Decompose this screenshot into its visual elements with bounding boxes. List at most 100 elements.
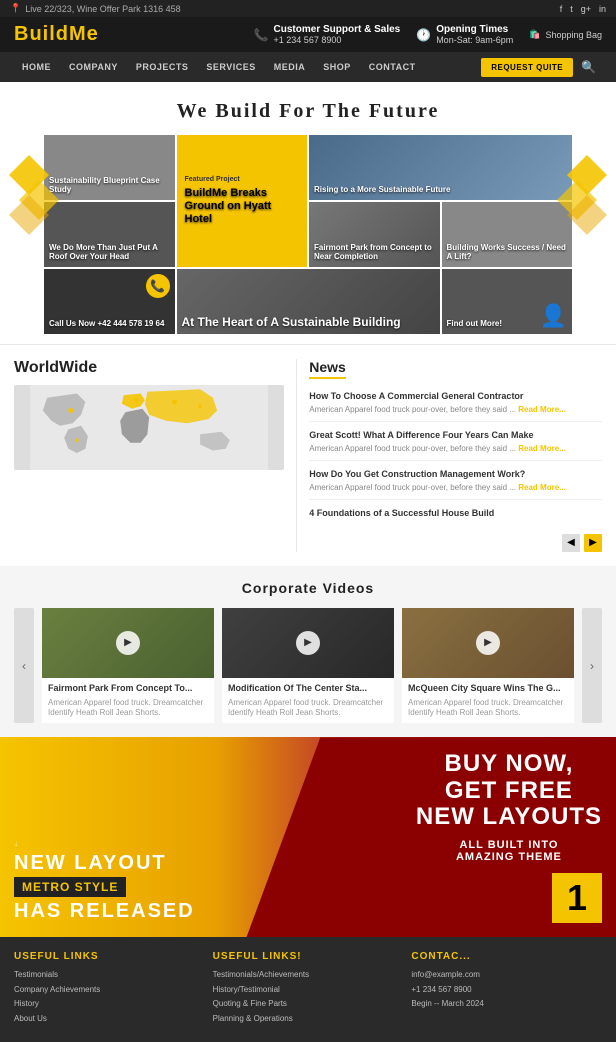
cart-item[interactable]: 🛍️ Shopping Bag xyxy=(529,29,602,40)
content-grid: Sustainability Blueprint Case Study Feat… xyxy=(44,135,572,334)
videos-grid: ‹ ▶ Fairmont Park From Concept To... Ame… xyxy=(14,608,602,723)
cell-6-title: Building Works Success / Need A Lift? xyxy=(447,243,568,262)
site-logo[interactable]: BuildMe xyxy=(14,23,99,46)
video-thumb-3[interactable]: ▶ xyxy=(402,608,574,678)
twitter-icon[interactable]: t xyxy=(570,4,573,14)
worldwide-box: WorldWide xyxy=(14,359,296,552)
nav-company[interactable]: Company xyxy=(61,54,126,80)
footer-link-2-2[interactable]: History/Testimonial xyxy=(213,985,404,995)
grid-cell-1: Sustainability Blueprint Case Study xyxy=(44,135,175,200)
cell-2-sub: Featured Project xyxy=(185,176,240,183)
videos-prev-btn[interactable]: ‹ xyxy=(14,608,34,723)
cell-2-title: BuildMe Breaks Ground on Hyatt Hotel xyxy=(185,187,300,227)
promo-buy-now-text: BUY NOW, GET FREE NEW LAYOUTS xyxy=(416,751,602,830)
video-title-3: McQueen City Square Wins The G... xyxy=(408,683,568,695)
nav-shop[interactable]: Shop xyxy=(315,54,359,80)
footer-link-3-2[interactable]: +1 234 567 8900 xyxy=(411,985,602,995)
cart-icon: 🛍️ xyxy=(529,29,540,40)
video-card-2: ▶ Modification Of The Center Sta... Amer… xyxy=(222,608,394,723)
promo-left-content: ↓ New Layout Metro Style Has Released xyxy=(14,839,195,923)
deco-left-shape xyxy=(9,155,59,235)
news-navigation: ◀ ▶ xyxy=(309,534,602,552)
world-map xyxy=(14,385,284,470)
news-item-2: Great Scott! What A Difference Four Year… xyxy=(309,430,602,461)
cart-label: Shopping Bag xyxy=(545,30,602,40)
promo-badge-number: 1 xyxy=(552,873,602,923)
footer-link-1-4[interactable]: About Us xyxy=(14,1014,205,1024)
phone-icon: 📞 xyxy=(254,28,269,42)
grid-cell-3: Rising to a More Sustainable Future xyxy=(309,135,572,200)
video-play-icon-1[interactable]: ▶ xyxy=(116,631,140,655)
footer-col-1: USEFUL LINKS Testimonials Company Achiev… xyxy=(14,951,205,1028)
world-map-svg xyxy=(14,385,284,470)
promo-metro-text: Metro Style xyxy=(14,877,126,897)
news-read-more-1[interactable]: Read More... xyxy=(518,405,566,414)
google-plus-icon[interactable]: g+ xyxy=(581,4,591,14)
video-play-icon-3[interactable]: ▶ xyxy=(476,631,500,655)
top-bar-address: 📍 Live 22/323, Wine Offer Park 1316 458 xyxy=(10,3,181,14)
main-nav: Home Company Projects Services Media Sho… xyxy=(0,52,616,82)
video-title-1: Fairmont Park From Concept To... xyxy=(48,683,208,695)
video-desc-3: American Apparel food truck. Dreamcatche… xyxy=(408,698,568,719)
facebook-icon[interactable]: f xyxy=(560,4,563,14)
cell-7-title: Call Us Now +42 444 578 19 64 xyxy=(49,319,170,329)
news-next-btn[interactable]: ▶ xyxy=(584,534,602,552)
videos-section-title: Corporate Videos xyxy=(14,580,602,596)
footer-link-1-1[interactable]: Testimonials xyxy=(14,970,205,980)
news-prev-btn[interactable]: ◀ xyxy=(562,534,580,552)
footer-section: USEFUL LINKS Testimonials Company Achiev… xyxy=(0,937,616,1042)
news-section-title: News xyxy=(309,359,346,379)
search-icon[interactable]: 🔍 xyxy=(575,52,602,82)
nav-projects[interactable]: Projects xyxy=(128,54,197,80)
news-box: News How To Choose A Commercial General … xyxy=(296,359,602,552)
nav-cta-button[interactable]: REQUEST QUITE xyxy=(481,58,573,77)
header-contact-info: 📞 Customer Support & Sales +1 234 567 89… xyxy=(254,24,602,45)
deco-right-shape xyxy=(557,155,607,235)
nav-home[interactable]: Home xyxy=(14,54,59,80)
footer-link-1-2[interactable]: Company Achievements xyxy=(14,985,205,995)
grid-cell-7: Call Us Now +42 444 578 19 64 📞 xyxy=(44,269,175,334)
hero-section: We Build For The Future Sustainability B… xyxy=(0,82,616,344)
news-read-more-3[interactable]: Read More... xyxy=(518,483,566,492)
news-read-more-2[interactable]: Read More... xyxy=(518,444,566,453)
video-card-1: ▶ Fairmont Park From Concept To... Ameri… xyxy=(42,608,214,723)
video-play-icon-2[interactable]: ▶ xyxy=(296,631,320,655)
contact-support: 📞 Customer Support & Sales +1 234 567 89… xyxy=(254,24,401,45)
footer-link-2-3[interactable]: Quoting & Fine Parts xyxy=(213,999,404,1009)
address-text: Live 22/323, Wine Offer Park 1316 458 xyxy=(25,4,180,14)
cell-8-title: At The Heart of A Sustainable Building xyxy=(182,315,435,329)
footer-col-3: CONTAC... info@example.com +1 234 567 89… xyxy=(411,951,602,1028)
footer-link-2-1[interactable]: Testimonials/Achievements xyxy=(213,970,404,980)
worldwide-title: WorldWide xyxy=(14,359,284,377)
video-thumb-2[interactable]: ▶ xyxy=(222,608,394,678)
nav-contact[interactable]: Contact xyxy=(361,54,424,80)
nav-media[interactable]: Media xyxy=(266,54,314,80)
cell-4-title: We Do More Than Just Put A Roof Over You… xyxy=(49,243,170,262)
footer-col1-title: USEFUL LINKS xyxy=(14,951,205,962)
footer-link-1-3[interactable]: History xyxy=(14,999,205,1009)
site-header: BuildMe 📞 Customer Support & Sales +1 23… xyxy=(0,17,616,52)
location-icon: 📍 xyxy=(10,3,21,14)
video-thumb-1[interactable]: ▶ xyxy=(42,608,214,678)
person-icon: 👤 xyxy=(540,303,567,329)
nav-services[interactable]: Services xyxy=(198,54,263,80)
videos-next-btn[interactable]: › xyxy=(582,608,602,723)
footer-link-2-4[interactable]: Planning & Operations xyxy=(213,1014,404,1024)
bottom-promo: ↓ New Layout Metro Style Has Released BU… xyxy=(0,737,616,937)
top-bar: 📍 Live 22/323, Wine Offer Park 1316 458 … xyxy=(0,0,616,17)
video-desc-2: American Apparel food truck. Dreamcatche… xyxy=(228,698,388,719)
promo-new-layout-text: New Layout xyxy=(14,852,195,874)
phone-circle-icon: 📞 xyxy=(146,274,170,298)
hero-title: We Build For The Future xyxy=(14,100,602,123)
footer-link-3-3[interactable]: Begin -- March 2024 xyxy=(411,999,602,1009)
footer-link-3-1[interactable]: info@example.com xyxy=(411,970,602,980)
contact-support-phone: +1 234 567 8900 xyxy=(274,35,342,45)
grid-cell-2: Featured Project BuildMe Breaks Ground o… xyxy=(177,135,308,267)
video-card-3: ▶ McQueen City Square Wins The G... Amer… xyxy=(402,608,574,723)
linkedin-icon[interactable]: in xyxy=(599,4,606,14)
news-item-1: How To Choose A Commercial General Contr… xyxy=(309,391,602,422)
grid-cell-5: Fairmont Park from Concept to Near Compl… xyxy=(309,202,440,267)
grid-cell-4: We Do More Than Just Put A Roof Over You… xyxy=(44,202,175,267)
promo-all-built-text: ALL BUILT INTO AMAZING THEME xyxy=(416,839,602,863)
opening-times-hours: Mon-Sat: 9am-6pm xyxy=(436,35,513,45)
